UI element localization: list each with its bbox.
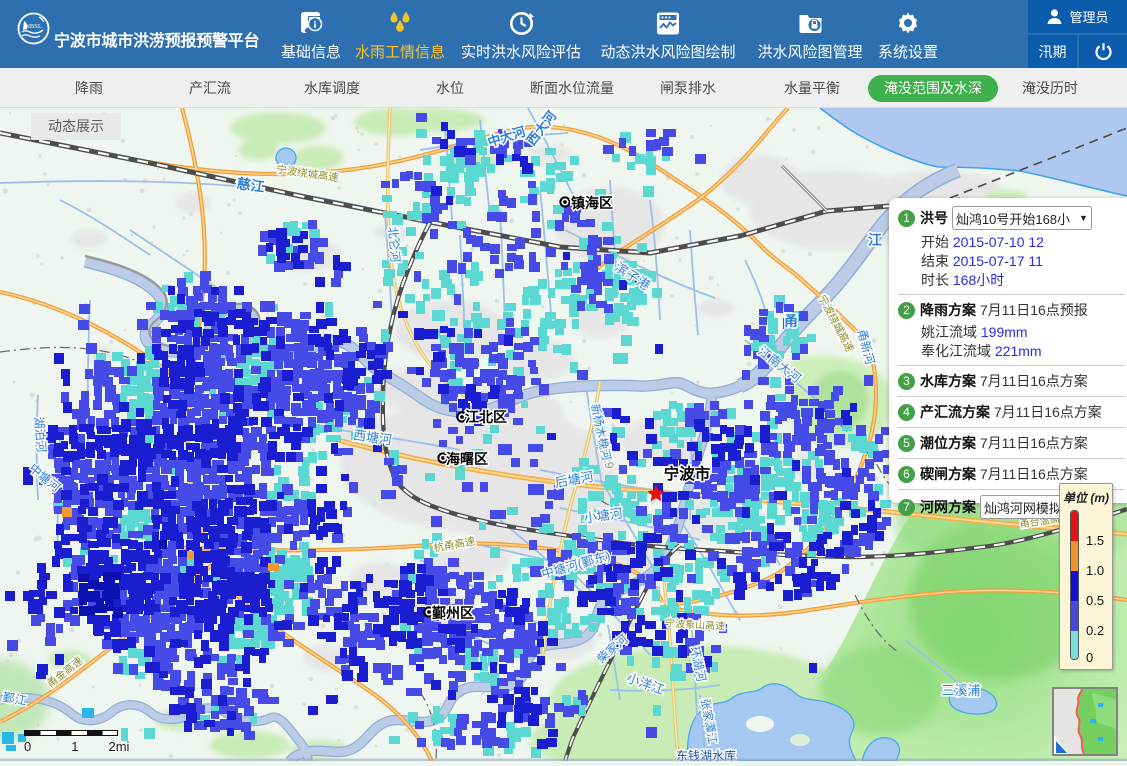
svg-text:镇海区: 镇海区 <box>571 195 613 211</box>
svg-text:湖泊河: 湖泊河 <box>31 416 49 453</box>
svg-text:甬: 甬 <box>784 313 798 329</box>
svg-text:江北区: 江北区 <box>465 409 507 425</box>
svg-text:鄞州区: 鄞州区 <box>432 605 474 621</box>
svg-text:三溪浦: 三溪浦 <box>941 683 980 698</box>
svg-text:宁波市: 宁波市 <box>664 464 711 483</box>
svg-text:江: 江 <box>868 232 882 248</box>
svg-text:NBSL: NBSL <box>25 23 42 30</box>
svg-text:海曙区: 海曙区 <box>446 451 488 467</box>
